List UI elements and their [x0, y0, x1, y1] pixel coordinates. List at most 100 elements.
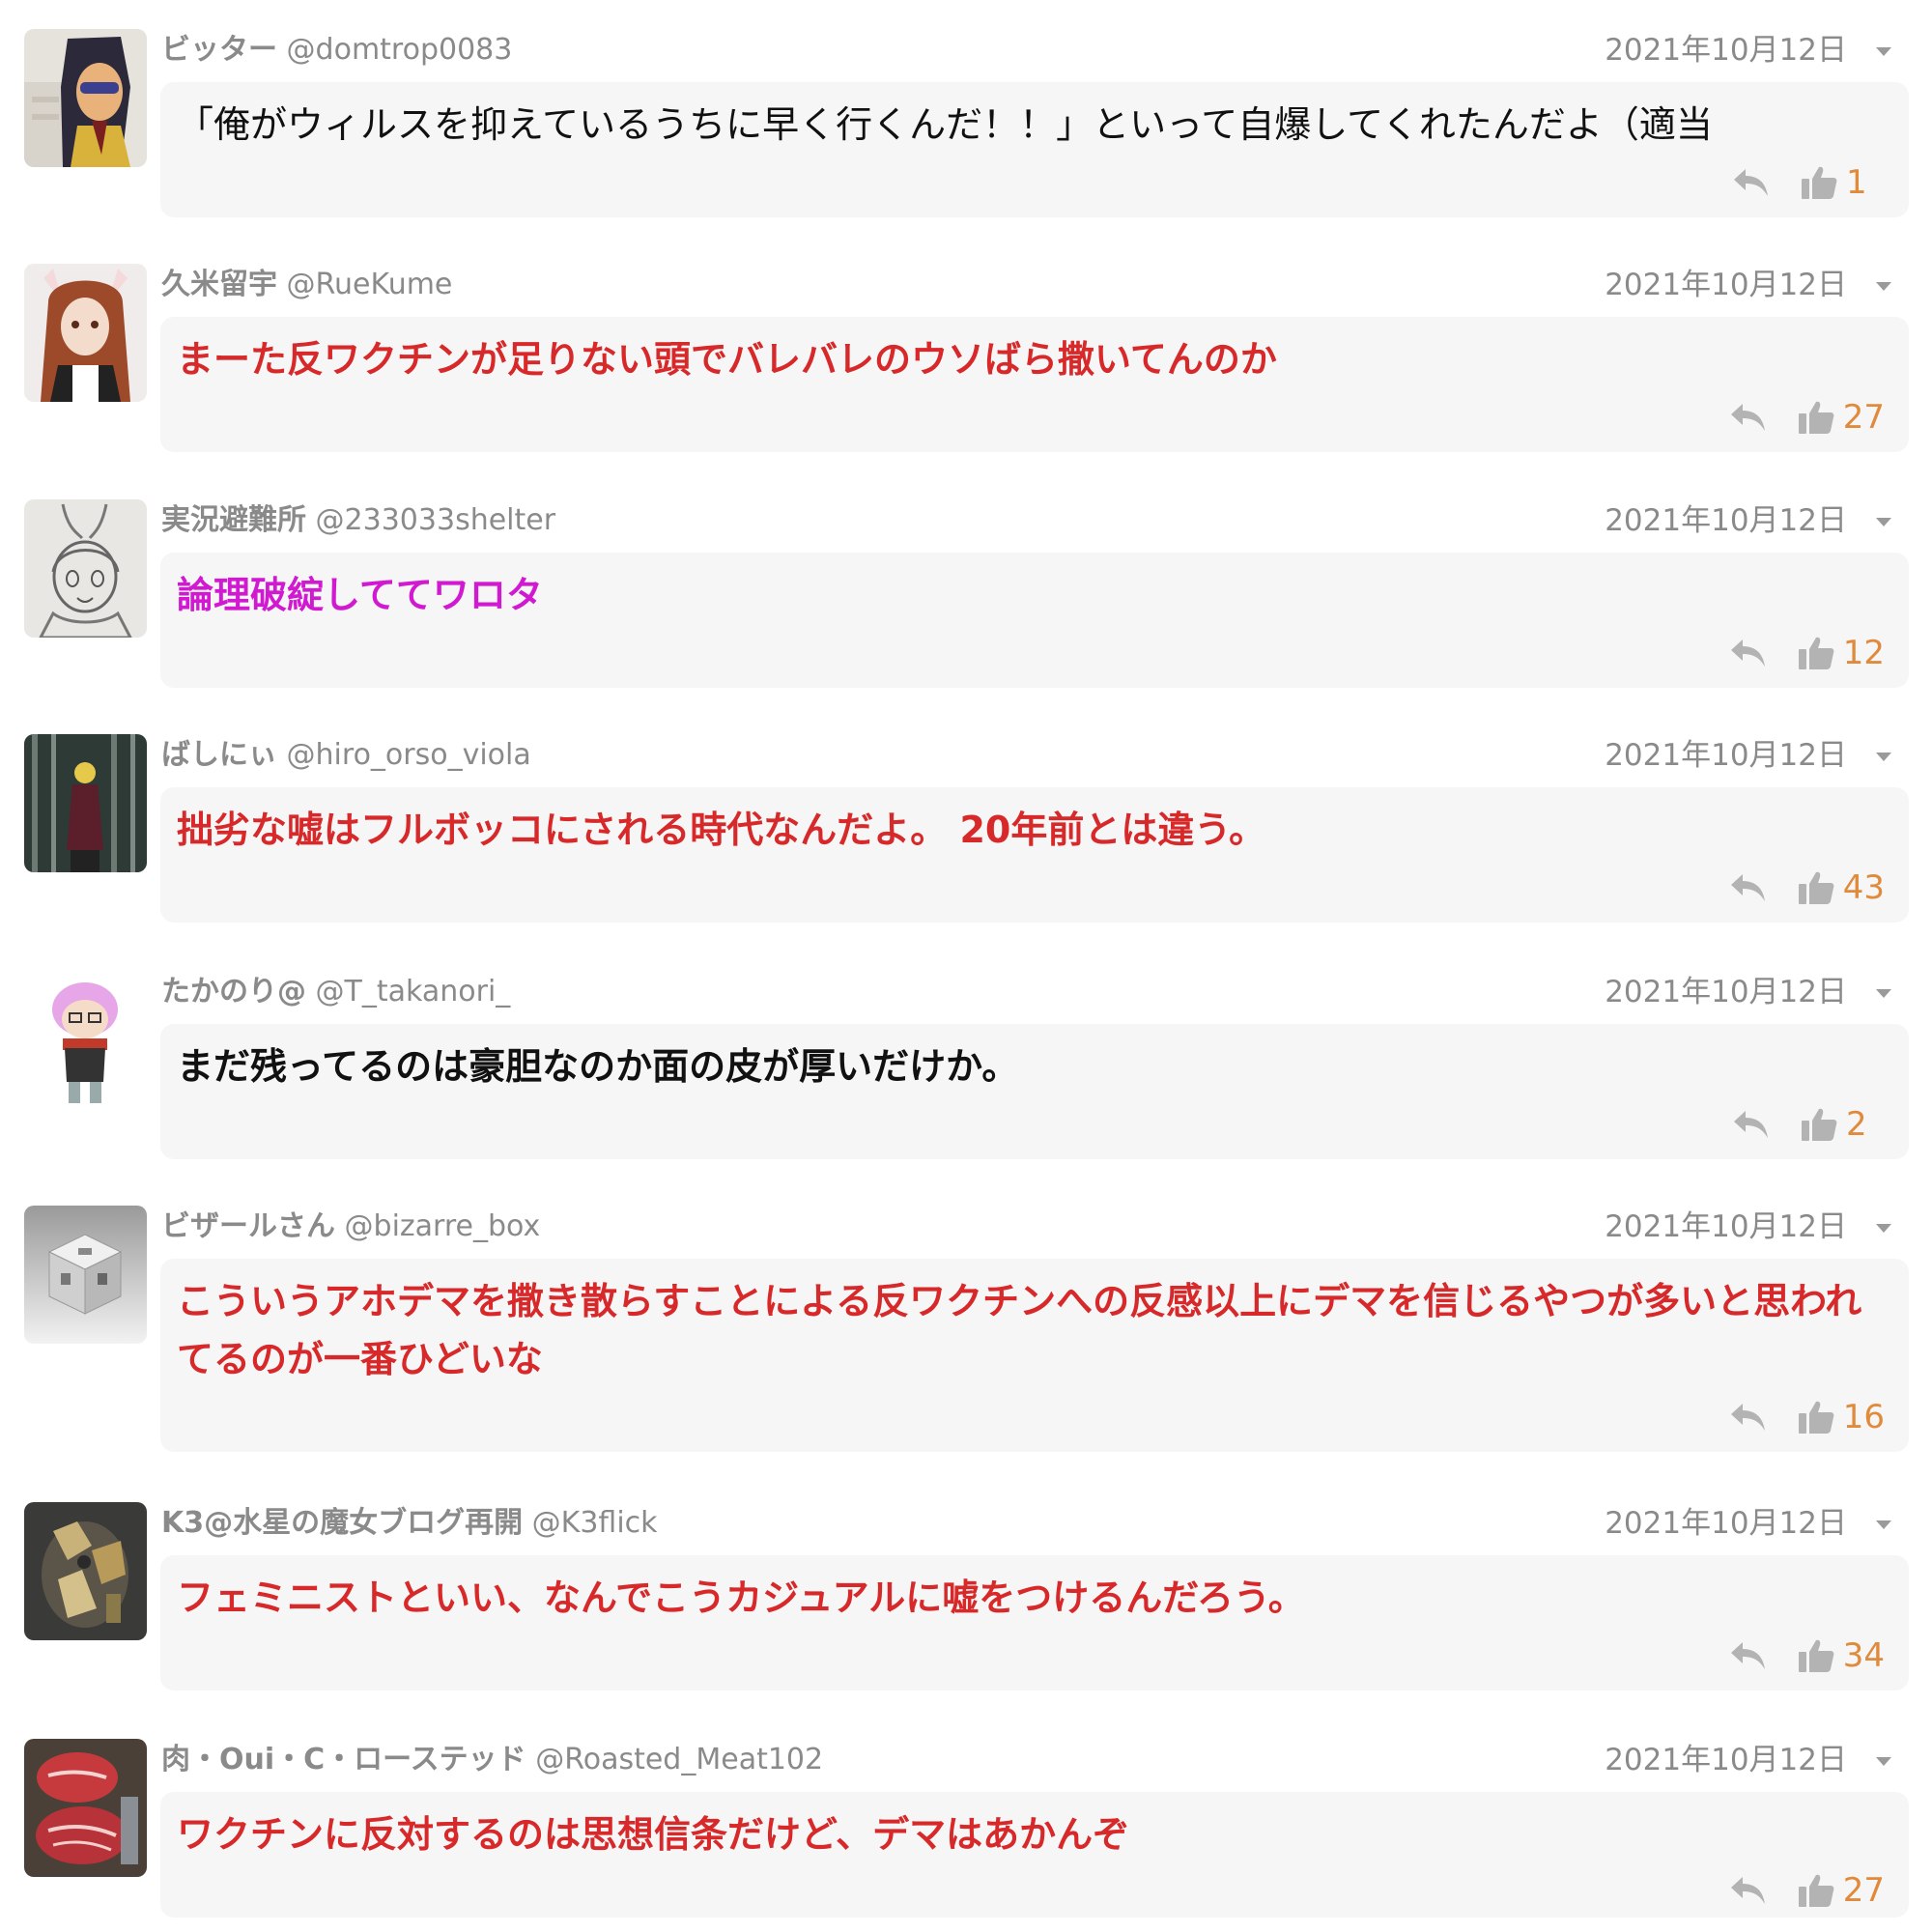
comment-bubble: 論理破綻しててワロタ 12 — [160, 553, 1909, 688]
display-name[interactable]: たかのり@ — [161, 975, 306, 1009]
user-handle[interactable]: @RueKume — [287, 268, 453, 301]
like-count: 16 — [1842, 1398, 1885, 1436]
like-count: 2 — [1846, 1105, 1867, 1144]
chevron-down-icon[interactable] — [1871, 273, 1896, 298]
user-line: 肉・Oui・C・ローステッド @Roasted_Meat102 — [161, 1739, 823, 1781]
reply-icon[interactable] — [1732, 165, 1771, 200]
like-icon[interactable] — [1800, 1106, 1838, 1143]
comment-actions: 43 — [1729, 865, 1885, 911]
like-icon[interactable] — [1797, 869, 1835, 906]
like-count: 27 — [1842, 1871, 1885, 1910]
like-icon[interactable] — [1797, 1637, 1835, 1674]
comment-item: 久米留宇 @RueKume 2021年10月12日 まーた反ワクチンが足りない頭… — [0, 235, 1932, 457]
like-icon[interactable] — [1797, 1872, 1835, 1909]
comment-date: 2021年10月12日 — [1605, 1743, 1847, 1777]
comment-item: 肉・Oui・C・ローステッド @Roasted_Meat102 2021年10月… — [0, 1710, 1932, 1932]
display-name[interactable]: ばしにぃ — [161, 738, 277, 772]
avatar[interactable] — [24, 1206, 147, 1344]
user-line: 実況避難所 @233033shelter — [161, 499, 555, 542]
comment-text: ワクチンに反対するのは思想信条だけど、デマはあかんぞ — [177, 1813, 1130, 1856]
user-handle[interactable]: @K3flick — [532, 1506, 658, 1540]
comment-header: ばしにぃ @hiro_orso_viola 2021年10月12日 — [161, 734, 1910, 777]
user-handle[interactable]: @hiro_orso_viola — [287, 738, 531, 772]
user-line: ばしにぃ @hiro_orso_viola — [161, 734, 531, 777]
chevron-down-icon[interactable] — [1871, 1512, 1896, 1537]
display-name[interactable]: 実況避難所 — [161, 503, 306, 537]
comment-item: K3@水星の魔女ブログ再開 @K3flick 2021年10月12日 フェミニス… — [0, 1473, 1932, 1695]
chevron-down-icon[interactable] — [1871, 39, 1896, 64]
comment-date: 2021年10月12日 — [1605, 1506, 1847, 1541]
avatar-mech-figure-icon — [24, 1502, 147, 1640]
comment-actions: 27 — [1729, 394, 1885, 440]
comment-actions: 2 — [1732, 1101, 1885, 1148]
comment-text: 論理破綻しててワロタ — [177, 574, 543, 616]
display-name[interactable]: K3@水星の魔女ブログ再開 — [161, 1506, 523, 1540]
display-name[interactable]: ビッター — [161, 33, 277, 67]
user-handle[interactable]: @233033shelter — [316, 503, 556, 537]
reply-icon[interactable] — [1732, 1107, 1771, 1142]
reply-icon[interactable] — [1729, 870, 1768, 905]
like-count: 12 — [1842, 634, 1885, 672]
user-handle[interactable]: @T_takanori_ — [316, 975, 511, 1009]
chevron-down-icon[interactable] — [1871, 744, 1896, 769]
like-count: 43 — [1842, 868, 1885, 907]
comment-actions: 16 — [1729, 1394, 1885, 1440]
reply-icon[interactable] — [1729, 1638, 1768, 1673]
comment-text: こういうアホデマを撒き散らすことによる反ワクチンへの反感以上にデマを信じるやつが… — [177, 1280, 1862, 1380]
comment-date: 2021年10月12日 — [1605, 1209, 1847, 1244]
comment-item: ビザールさん @bizarre_box 2021年10月12日 こういうアホデマ… — [0, 1177, 1932, 1466]
comment-text: フェミニストといい、なんでこうカジュアルに嘘をつけるんだろう。 — [177, 1577, 1305, 1619]
comment-actions: 1 — [1732, 159, 1885, 206]
user-line: ビザールさん @bizarre_box — [161, 1206, 540, 1248]
like-icon[interactable] — [1800, 164, 1838, 201]
avatar-raw-meat-icon — [24, 1739, 147, 1877]
comment-text: 拙劣な嘘はフルボッコにされる時代なんだよ。 20年前とは違う。 — [177, 809, 1266, 851]
avatar[interactable] — [24, 264, 147, 402]
display-name[interactable]: 肉・Oui・C・ローステッド — [161, 1743, 526, 1776]
comment-actions: 34 — [1729, 1633, 1885, 1679]
chevron-down-icon[interactable] — [1871, 980, 1896, 1006]
avatar-anime-sketch-icon — [24, 499, 147, 638]
avatar[interactable] — [24, 1739, 147, 1877]
chevron-down-icon[interactable] — [1871, 509, 1896, 534]
comment-date: 2021年10月12日 — [1605, 33, 1847, 68]
comment-thread: ビッター @domtrop0083 2021年10月12日 「俺がウィルスを抑え… — [0, 0, 1932, 1932]
comment-item: ばしにぃ @hiro_orso_viola 2021年10月12日 拙劣な嘘はフ… — [0, 705, 1932, 927]
avatar-sunglasses-character-icon — [24, 29, 147, 167]
avatar[interactable] — [24, 1502, 147, 1640]
comment-header: K3@水星の魔女ブログ再開 @K3flick 2021年10月12日 — [161, 1502, 1910, 1545]
comment-text: まーた反ワクチンが足りない頭でバレバレのウソばら撒いてんのか — [177, 338, 1277, 381]
reply-icon[interactable] — [1729, 400, 1768, 435]
like-icon[interactable] — [1797, 399, 1835, 436]
comment-header: 実況避難所 @233033shelter 2021年10月12日 — [161, 499, 1910, 542]
comment-item: ビッター @domtrop0083 2021年10月12日 「俺がウィルスを抑え… — [0, 0, 1932, 222]
comment-date: 2021年10月12日 — [1605, 975, 1847, 1009]
user-line: ビッター @domtrop0083 — [161, 29, 512, 71]
avatar[interactable] — [24, 499, 147, 638]
comment-bubble: まーた反ワクチンが足りない頭でバレバレのウソばら撒いてんのか 27 — [160, 317, 1909, 452]
avatar[interactable] — [24, 29, 147, 167]
comment-header: ビッター @domtrop0083 2021年10月12日 — [161, 29, 1910, 71]
comment-header: 肉・Oui・C・ローステッド @Roasted_Meat102 2021年10月… — [161, 1739, 1910, 1781]
reply-icon[interactable] — [1729, 1400, 1768, 1435]
comment-bubble: 「俺がウィルスを抑えているうちに早く行くんだ！！」といって自爆してくれたんだよ（… — [160, 82, 1909, 217]
reply-icon[interactable] — [1729, 636, 1768, 670]
comment-bubble: こういうアホデマを撒き散らすことによる反ワクチンへの反感以上にデマを信じるやつが… — [160, 1259, 1909, 1452]
comment-text: まだ残ってるのは豪胆なのか面の皮が厚いだけか。 — [177, 1045, 1019, 1088]
display-name[interactable]: 久米留宇 — [161, 268, 277, 301]
like-icon[interactable] — [1797, 635, 1835, 671]
avatar[interactable] — [24, 734, 147, 872]
avatar[interactable] — [24, 971, 147, 1109]
user-handle[interactable]: @bizarre_box — [345, 1209, 541, 1243]
avatar-doll-with-cat-ears-icon — [24, 264, 147, 402]
chevron-down-icon[interactable] — [1871, 1215, 1896, 1240]
chevron-down-icon[interactable] — [1871, 1748, 1896, 1774]
avatar-menger-cube-icon — [24, 1206, 147, 1344]
user-handle[interactable]: @domtrop0083 — [287, 33, 513, 67]
comment-bubble: まだ残ってるのは豪胆なのか面の皮が厚いだけか。 2 — [160, 1024, 1909, 1159]
reply-icon[interactable] — [1729, 1873, 1768, 1908]
like-icon[interactable] — [1797, 1399, 1835, 1435]
like-count: 1 — [1846, 163, 1867, 202]
user-handle[interactable]: @Roasted_Meat102 — [535, 1743, 823, 1776]
display-name[interactable]: ビザールさん — [161, 1209, 335, 1243]
